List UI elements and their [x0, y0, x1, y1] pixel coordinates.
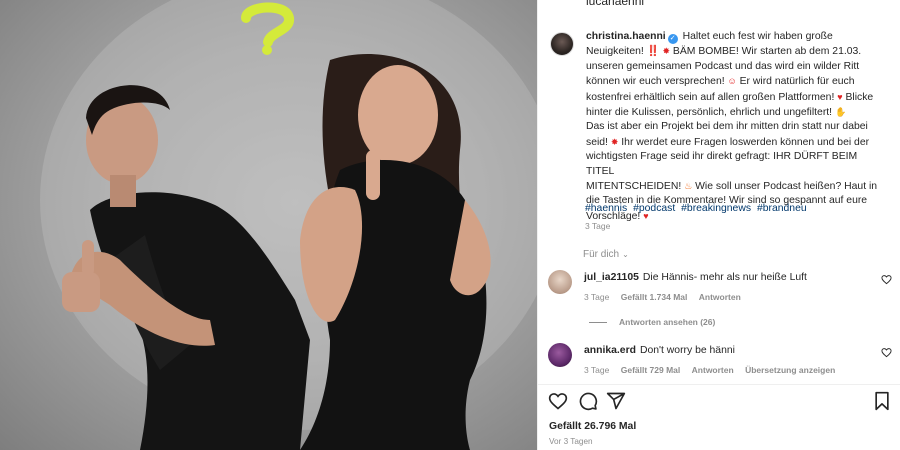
caption-time[interactable]: 3 Tage [585, 221, 610, 231]
view-replies-button[interactable]: Antworten ansehen (26) [589, 317, 715, 327]
hashtag-link[interactable]: #breakingnews [681, 203, 751, 214]
author-avatar[interactable] [550, 32, 574, 56]
replies-divider-line [589, 322, 607, 324]
author-username[interactable]: christina.haenni [586, 31, 666, 42]
share-icon[interactable] [606, 391, 626, 411]
hashtags: #haennis #podcast #breakingnews #brandne… [585, 203, 810, 214]
commenter-username[interactable]: jul_ia21105 [584, 272, 639, 283]
for-you-toggle[interactable]: Für dich ⌄ [583, 249, 629, 260]
wink-emoji-icon: ☺ [727, 76, 737, 87]
post-image[interactable] [0, 0, 537, 450]
heart-emoji-icon: ♥ [837, 91, 843, 102]
comment-like-heart-icon[interactable] [881, 274, 892, 285]
comment-likes[interactable]: Gefällt 729 Mal [621, 365, 681, 375]
caption-text: christina.haenni ✓ Haltet euch fest wir h… [586, 31, 878, 222]
hashtag-link[interactable]: #brandneu [757, 203, 807, 214]
comment-text: Die Hännis- mehr als nur heiße Luft [642, 272, 807, 283]
reply-button[interactable]: Antworten [692, 365, 734, 375]
actions-divider [537, 384, 900, 385]
boom-emoji-icon-2: ✸ [610, 136, 619, 147]
bookmark-icon[interactable] [872, 391, 892, 411]
commenter-username[interactable]: annika.erd [584, 345, 636, 356]
raised-hands-emoji-icon: ✋ [834, 107, 847, 118]
top-username[interactable]: lucahaenni [586, 0, 644, 8]
hashtag-link[interactable]: #haennis [585, 203, 627, 214]
hashtag-link[interactable]: #podcast [633, 203, 675, 214]
comment-text: Don't worry be hänni [639, 345, 735, 356]
heart-icon[interactable] [548, 391, 568, 411]
translate-button[interactable]: Übersetzung anzeigen [745, 365, 835, 375]
comment-like-heart-icon[interactable] [881, 347, 892, 358]
comment-time[interactable]: 3 Tage [584, 292, 609, 302]
post-date[interactable]: Vor 3 Tagen [549, 437, 593, 446]
verified-badge-icon: ✓ [667, 34, 678, 44]
post-photo-illustration [40, 0, 537, 450]
commenter-avatar[interactable] [548, 270, 572, 294]
like-count[interactable]: Gefällt 26.796 Mal [549, 421, 636, 432]
boom-emoji-icon: ✸ [662, 46, 671, 57]
comment-icon[interactable] [578, 391, 598, 411]
comment-time[interactable]: 3 Tage [584, 365, 609, 375]
fire-emoji-icon: ♨ [684, 181, 693, 192]
reply-button[interactable]: Antworten [699, 292, 741, 302]
chevron-down-icon: ⌄ [622, 250, 629, 259]
commenter-avatar[interactable] [548, 343, 572, 367]
comment-likes[interactable]: Gefällt 1.734 Mal [621, 292, 688, 302]
